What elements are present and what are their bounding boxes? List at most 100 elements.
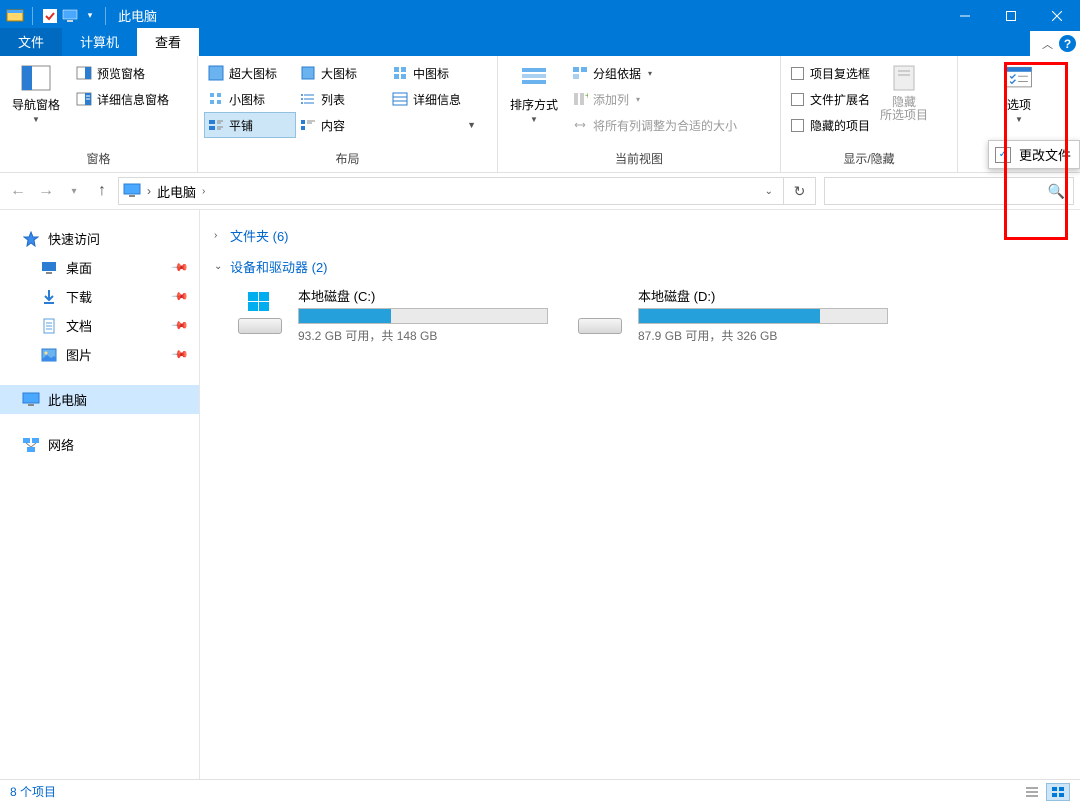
collapse-ribbon-button[interactable]: ︿ — [1042, 36, 1053, 52]
explorer-icon — [6, 7, 24, 25]
large-icon — [300, 65, 316, 81]
checkbox-icon — [791, 93, 804, 106]
drive-stats: 93.2 GB 可用，共 148 GB — [298, 327, 548, 344]
nav-documents[interactable]: 文档 📌 — [0, 311, 199, 340]
layout-small[interactable]: 小图标 — [204, 86, 296, 112]
group-devices[interactable]: ⌄ 设备和驱动器 (2) — [214, 251, 1066, 282]
checkbox-icon — [791, 67, 804, 80]
drive-name: 本地磁盘 (D:) — [638, 286, 888, 305]
layout-tiles[interactable]: 平铺 — [204, 112, 296, 138]
drive-icon — [578, 286, 626, 334]
navigation-pane-button[interactable]: 导航窗格 ▼ — [6, 60, 66, 150]
list-icon — [300, 91, 316, 107]
layout-group-label: 布局 — [204, 150, 491, 170]
large-icons-view-button[interactable] — [1046, 783, 1070, 801]
status-bar: 8 个项目 — [0, 779, 1080, 803]
address-dropdown-icon[interactable]: ⌄ — [759, 186, 779, 197]
drives-list: 本地磁盘 (C:) 93.2 GB 可用，共 148 GB 本地磁盘 (D:) … — [214, 286, 1066, 344]
navigation-pane-icon — [20, 62, 52, 94]
pin-icon: 📌 — [171, 287, 190, 306]
pin-icon: 📌 — [171, 316, 190, 335]
ribbon-tabs: 文件 计算机 查看 ︿ ? — [0, 31, 1080, 56]
close-button[interactable] — [1034, 0, 1080, 31]
layout-details[interactable]: 详细信息 — [388, 86, 480, 112]
drive-item[interactable]: 本地磁盘 (D:) 87.9 GB 可用，共 326 GB — [578, 286, 888, 344]
change-options-icon: ✓ — [995, 147, 1011, 163]
details-icon — [392, 91, 408, 107]
tiles-icon — [208, 117, 224, 133]
drive-usage-bar — [298, 308, 548, 324]
layout-content[interactable]: 内容 — [296, 112, 388, 138]
address-bar[interactable]: › 此电脑 › ⌄ — [118, 177, 784, 205]
status-item-count: 8 个项目 — [10, 783, 56, 800]
documents-icon — [40, 317, 58, 335]
add-columns-button: +添加列▾ — [568, 86, 741, 112]
drive-item[interactable]: 本地磁盘 (C:) 93.2 GB 可用，共 148 GB — [238, 286, 548, 344]
hide-selected-button: 隐藏 所选项目 — [874, 60, 934, 150]
item-checkboxes-toggle[interactable]: 项目复选框 — [787, 60, 874, 86]
panes-group-label: 窗格 — [6, 150, 191, 170]
qat-thispc-icon[interactable] — [61, 7, 79, 25]
sort-by-button[interactable]: 排序方式 ▼ — [504, 60, 564, 150]
title-bar: ▾ 此电脑 — [0, 0, 1080, 31]
help-button[interactable]: ? — [1059, 35, 1076, 52]
medium-icon — [392, 65, 408, 81]
layout-extra-large[interactable]: 超大图标 — [204, 60, 296, 86]
search-box[interactable]: 🔍 — [824, 177, 1074, 205]
options-icon — [1003, 62, 1035, 94]
nav-network[interactable]: 网络 — [0, 430, 199, 459]
hidden-items-toggle[interactable]: 隐藏的项目 — [787, 112, 874, 138]
drive-usage-bar — [638, 308, 888, 324]
recent-locations-button[interactable]: ▾ — [62, 179, 86, 203]
group-folders[interactable]: › 文件夹 (6) — [214, 220, 1066, 251]
details-pane-button[interactable]: 详细信息窗格 — [72, 86, 173, 112]
nav-downloads[interactable]: 下载 📌 — [0, 282, 199, 311]
search-icon: 🔍 — [1048, 183, 1065, 200]
content-icon — [300, 117, 316, 133]
group-icon — [572, 65, 588, 81]
details-view-button[interactable] — [1020, 783, 1044, 801]
forward-button[interactable]: → — [34, 179, 58, 203]
nav-quick-access[interactable]: 快速访问 — [0, 224, 199, 253]
layout-more-icon[interactable]: ▼ — [467, 120, 476, 130]
layout-medium[interactable]: 中图标 — [388, 60, 480, 86]
svg-text:+: + — [585, 91, 588, 102]
quick-access-toolbar: ▾ — [0, 7, 99, 25]
network-icon — [22, 436, 40, 454]
desktop-icon — [40, 259, 58, 277]
main-area: 快速访问 桌面 📌 下载 📌 文档 📌 图片 📌 此电脑 — [0, 210, 1080, 779]
qat-checkbox-icon[interactable] — [41, 7, 59, 25]
search-input[interactable] — [833, 184, 1048, 199]
chevron-down-icon: ⌄ — [214, 261, 226, 272]
navigation-pane: 快速访问 桌面 📌 下载 📌 文档 📌 图片 📌 此电脑 — [0, 210, 200, 779]
back-button[interactable]: ← — [6, 179, 30, 203]
tab-computer[interactable]: 计算机 — [62, 28, 137, 56]
nav-desktop[interactable]: 桌面 📌 — [0, 253, 199, 282]
options-dropdown-item[interactable]: ✓ 更改文件 — [988, 140, 1080, 169]
tab-file[interactable]: 文件 — [0, 28, 62, 56]
sort-icon — [518, 62, 550, 94]
nav-pictures[interactable]: 图片 📌 — [0, 340, 199, 369]
nav-this-pc[interactable]: 此电脑 — [0, 385, 199, 414]
this-pc-icon — [123, 183, 141, 199]
add-columns-icon: + — [572, 91, 588, 107]
layout-large[interactable]: 大图标 — [296, 60, 388, 86]
hide-icon — [888, 62, 920, 94]
file-extensions-toggle[interactable]: 文件扩展名 — [787, 86, 874, 112]
refresh-button[interactable]: ↻ — [784, 177, 816, 205]
preview-pane-button[interactable]: 预览窗格 — [72, 60, 173, 86]
layout-list[interactable]: 列表 — [296, 86, 388, 112]
window-controls — [942, 0, 1080, 31]
details-pane-icon — [76, 91, 92, 107]
drive-stats: 87.9 GB 可用，共 326 GB — [638, 327, 888, 344]
chevron-right-icon: › — [214, 230, 226, 241]
group-by-button[interactable]: 分组依据▾ — [568, 60, 741, 86]
up-button[interactable]: ↑ — [90, 179, 114, 203]
checkbox-icon — [791, 119, 804, 132]
maximize-button[interactable] — [988, 0, 1034, 31]
drive-name: 本地磁盘 (C:) — [298, 286, 548, 305]
tab-view[interactable]: 查看 — [137, 28, 199, 56]
minimize-button[interactable] — [942, 0, 988, 31]
breadcrumb-this-pc[interactable]: 此电脑 — [157, 182, 196, 201]
qat-dropdown-icon[interactable]: ▾ — [81, 7, 99, 25]
